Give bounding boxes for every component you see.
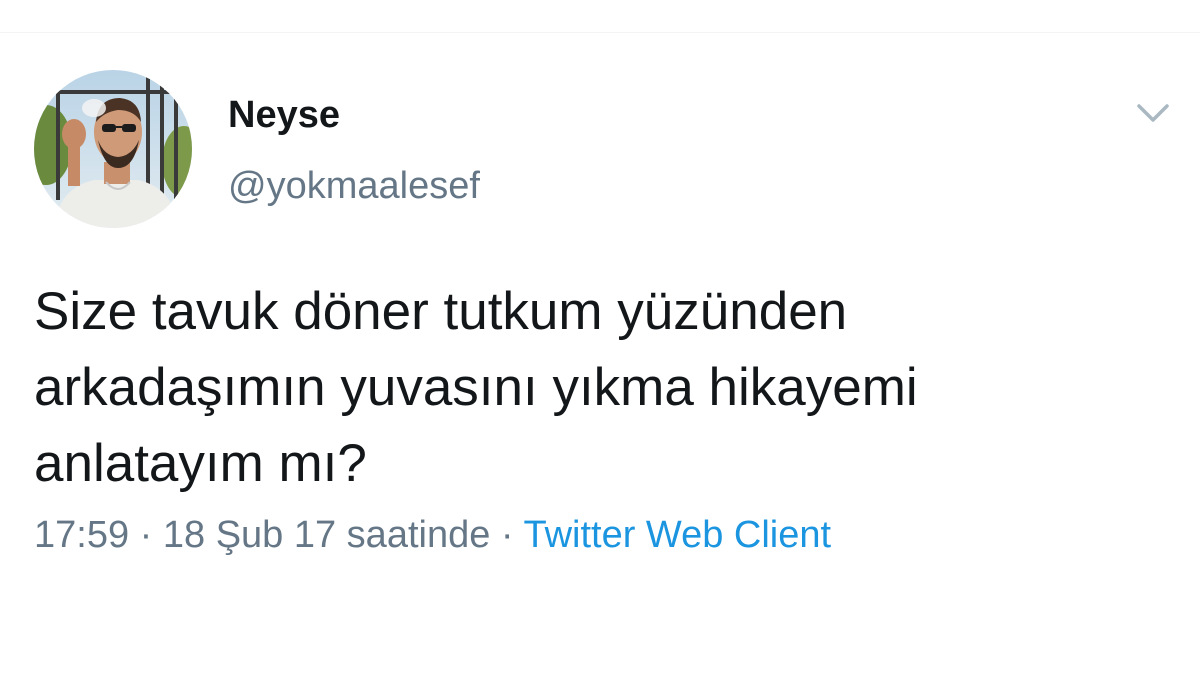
- avatar[interactable]: [34, 70, 192, 228]
- top-divider: [0, 32, 1200, 33]
- avatar-photo-icon: [34, 70, 192, 228]
- tweet-text: Size tavuk döner tutkum yüzünden arkadaş…: [34, 282, 918, 493]
- tweet-client-link[interactable]: Twitter Web Client: [523, 514, 831, 556]
- tweet-meta: 17:59 · 18 Şub 17 saatinde · Twitter Web…: [34, 512, 831, 558]
- author-display-name[interactable]: Neyse: [228, 92, 340, 138]
- tweet-menu-button[interactable]: [1133, 96, 1173, 130]
- chevron-down-icon: [1137, 104, 1169, 122]
- author-handle[interactable]: @yokmaalesef: [228, 163, 480, 209]
- meta-separator: ·: [490, 514, 524, 556]
- tweet-timestamp[interactable]: 17:59 · 18 Şub 17 saatinde: [34, 514, 490, 556]
